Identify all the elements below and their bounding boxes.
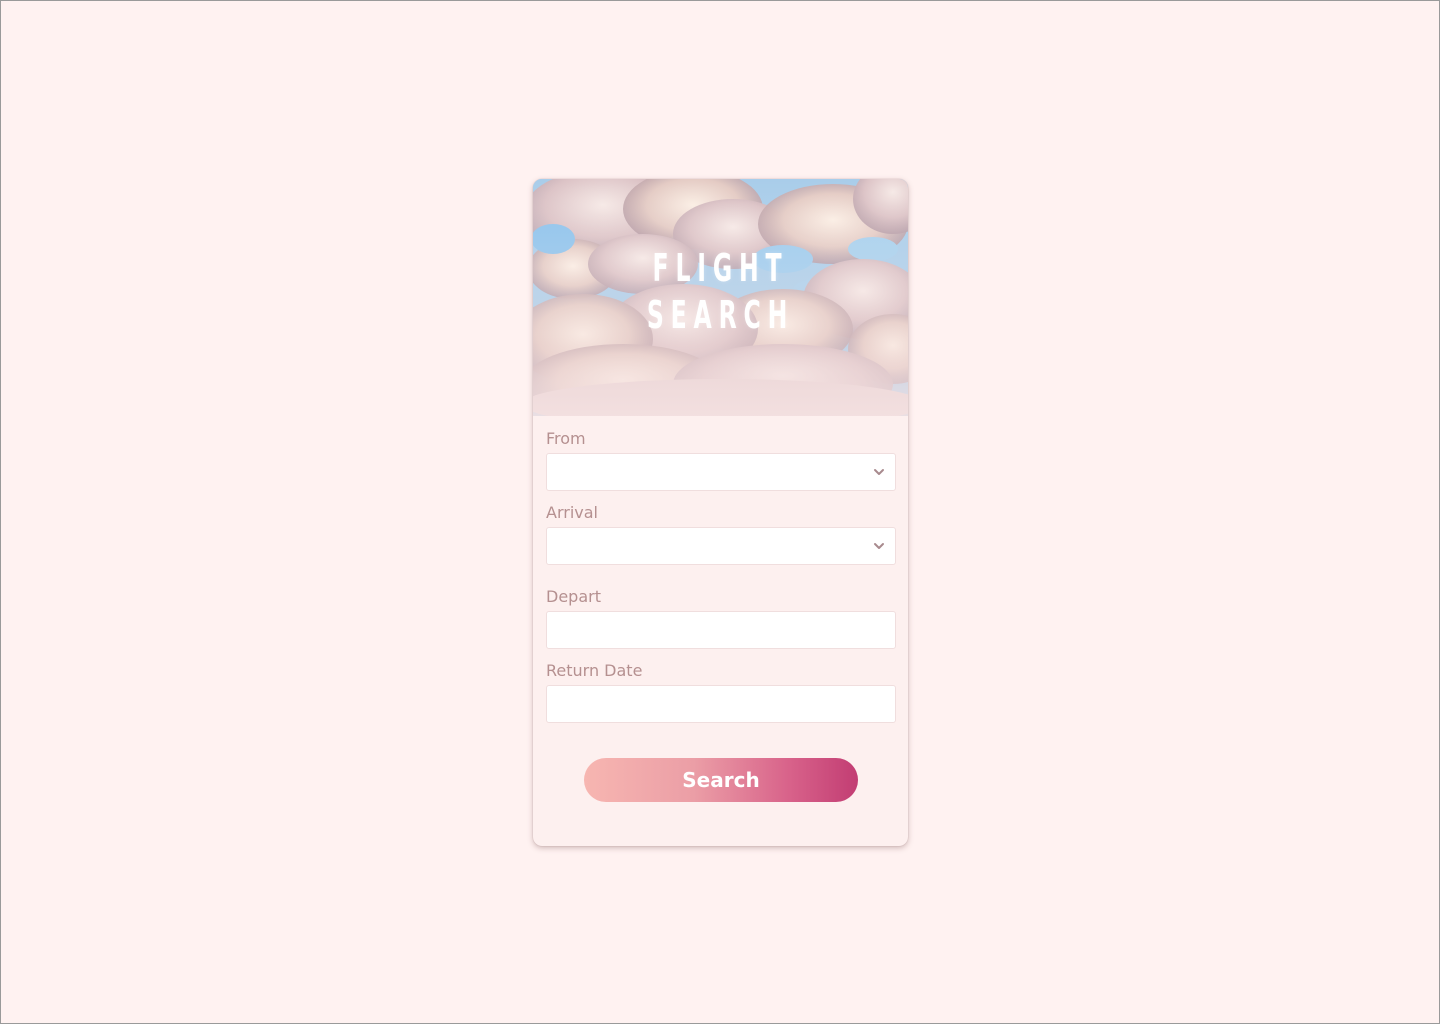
search-button[interactable]: Search xyxy=(584,758,858,802)
hero-title-line1: FLIGHT xyxy=(652,246,789,290)
return-date-input[interactable] xyxy=(546,685,896,723)
arrival-select[interactable] xyxy=(546,527,896,565)
chevron-down-icon xyxy=(874,469,884,475)
from-label: From xyxy=(546,429,586,448)
chevron-down-icon xyxy=(874,543,884,549)
depart-label: Depart xyxy=(546,587,601,606)
return-date-label: Return Date xyxy=(546,661,643,680)
arrival-label: Arrival xyxy=(546,503,598,522)
flight-search-card: FLIGHT SEARCH From Arrival Depart Return… xyxy=(533,179,908,846)
depart-input[interactable] xyxy=(546,611,896,649)
from-select[interactable] xyxy=(546,453,896,491)
hero-title-line2: SEARCH xyxy=(646,293,795,337)
